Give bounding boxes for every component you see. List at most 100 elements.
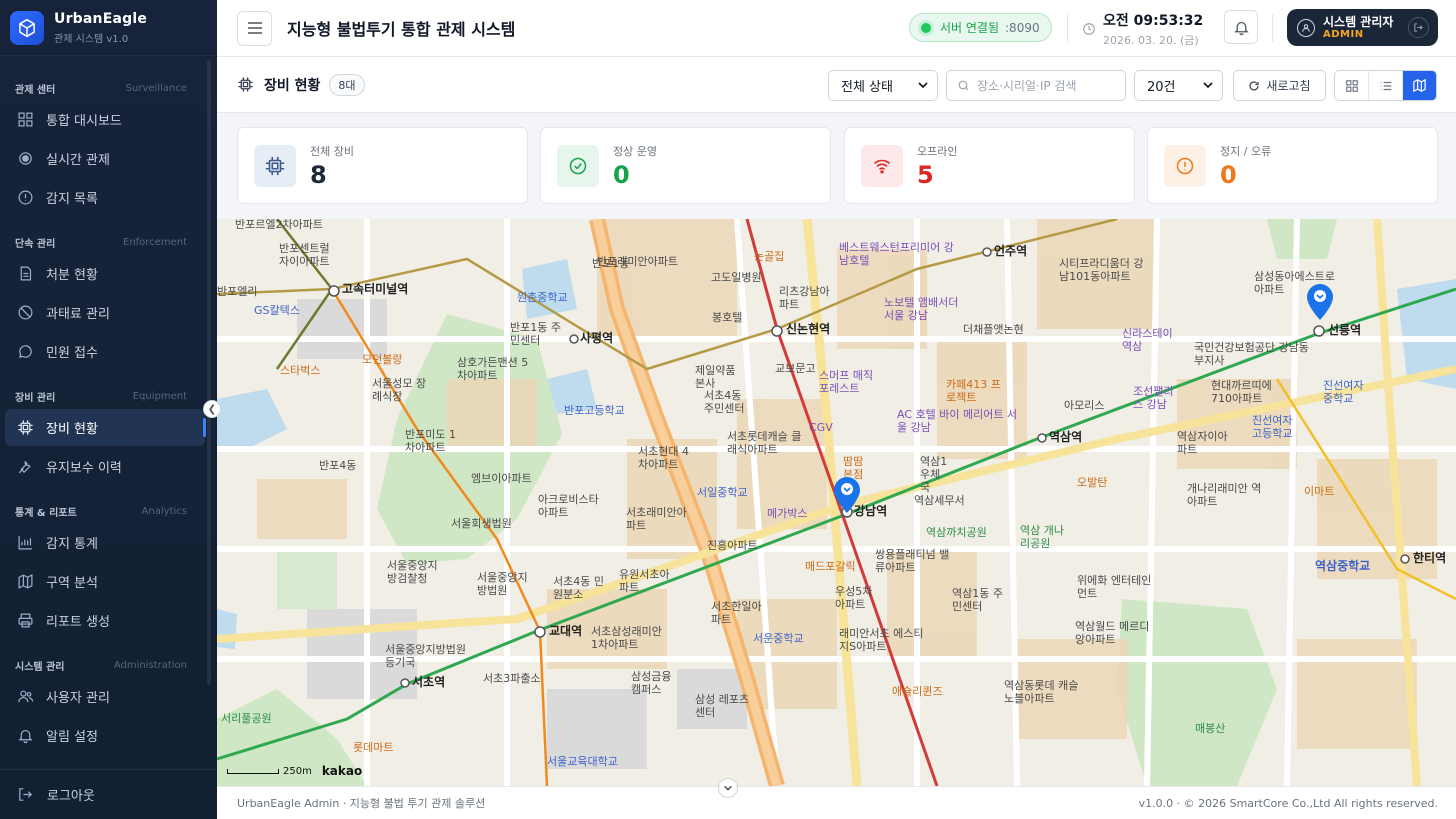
sidebar-item-label: 리포트 생성: [46, 615, 110, 630]
search-input[interactable]: 장소·시리얼·IP 검색: [946, 70, 1126, 101]
status-filter-value: 전체 상태: [841, 80, 893, 95]
map-label-station: 언주역: [994, 244, 1028, 258]
status-filter-select[interactable]: 전체 상태: [828, 70, 938, 101]
logout-button[interactable]: 로그아웃: [0, 769, 217, 819]
refresh-button[interactable]: 새로고침: [1233, 70, 1326, 101]
map-label-building: 서초현대 4차아파트: [638, 445, 689, 471]
sidebar-item-detection-stats[interactable]: 감지 통계: [5, 524, 205, 561]
sidebar-item-label: 감지 목록: [46, 192, 98, 207]
sidebar-item-label: 통합 대시보드: [46, 114, 122, 129]
map-label-poi: CGV: [809, 421, 833, 434]
logout-icon: [19, 788, 33, 801]
equipment-marker-seolleung[interactable]: [1307, 284, 1333, 320]
map-label-building: 우성5차아파트: [835, 585, 873, 611]
map-label-station: 한티역: [1413, 551, 1447, 565]
sidebar-item-fines[interactable]: 과태료 관리: [5, 294, 205, 331]
map-label-building: 쌍용플래티넘 밸류아파트: [875, 548, 950, 574]
sidebar-item-zone-analysis[interactable]: 구역 분석: [5, 563, 205, 600]
brand-name: UrbanEagle: [54, 10, 148, 27]
sidebar-scrollbar[interactable]: [207, 60, 211, 685]
footer-toggle-button[interactable]: [718, 778, 738, 798]
sidebar-item-label: 유지보수 이력: [46, 461, 122, 476]
user-name: 시스템 관리자: [1323, 15, 1394, 29]
map-label-poi: 논골집: [754, 250, 785, 263]
sidebar-item-detections[interactable]: 감지 목록: [5, 179, 205, 216]
sidebar-item-maintenance[interactable]: 유지보수 이력: [5, 448, 205, 485]
current-time: 오전 09:53:32: [1103, 13, 1204, 29]
map-label-building: 역삼1동 주민센터: [952, 587, 1003, 613]
brand-logo-icon: [10, 10, 44, 45]
map-label-poi: 매드포갈릭: [805, 560, 856, 573]
equipment-toolbar: 장비 현황 8대 전체 상태 장소·시리얼·IP 검색 20건 새로고침: [217, 57, 1456, 113]
map-label-building: 아모리스: [1064, 399, 1105, 412]
sidebar-item-dispositions[interactable]: 처분 현황: [5, 255, 205, 292]
map-label-building: 리츠강남아파트: [779, 285, 830, 311]
map-label-building: 엠브이아파트: [471, 472, 532, 485]
user-role: ADMIN: [1323, 29, 1364, 40]
wifi-icon: [861, 144, 903, 187]
footer-right: v1.0.0 · © 2026 SmartCore Co.,Ltd All ri…: [1138, 796, 1438, 810]
map-pin-icon: [834, 477, 860, 513]
stat-card-offline[interactable]: 오프라인 5: [844, 127, 1135, 204]
map-label-poi: 반포고등학교: [564, 404, 625, 417]
menu-toggle-button[interactable]: [237, 10, 272, 46]
stat-card-error[interactable]: 정지 / 오류 0: [1147, 127, 1438, 204]
map-label-building: 서울중앙지방법원 등기국: [385, 643, 466, 669]
sidebar-item-complaints[interactable]: 민원 접수: [5, 333, 205, 370]
map-label-poi: 메가박스: [767, 507, 808, 520]
map-label-building: 서초4동 주민센터: [704, 389, 745, 415]
brand[interactable]: UrbanEagle 관제 시스템 v1.0: [0, 0, 217, 56]
logout-icon[interactable]: [1408, 17, 1429, 38]
map-label-building: 반포르엘2차아파트: [235, 219, 323, 231]
map-label-building: 서울중앙지방법원: [477, 571, 528, 597]
user-menu[interactable]: 시스템 관리자 ADMIN: [1287, 9, 1438, 46]
page-size-select[interactable]: 20건: [1134, 70, 1223, 101]
map-label-building: 더채플앳논현: [963, 323, 1024, 336]
sidebar-item-realtime[interactable]: 실시간 관제: [5, 140, 205, 177]
map-label-poi: 진선여자고등학교: [1252, 414, 1293, 440]
notifications-button[interactable]: [1224, 10, 1258, 44]
sidebar-item-label: 사용자 관리: [46, 691, 110, 706]
sidebar-item-notifications[interactable]: 알림 설정: [5, 717, 205, 754]
chip-icon: [18, 420, 33, 435]
map-label-building: 고도일병원: [711, 271, 762, 284]
map-label-building: 반포4동: [319, 459, 357, 472]
map-label-building: 역삼동롯데 캐슬노블아파트: [1004, 679, 1079, 705]
map-view-button[interactable]: [1403, 71, 1436, 100]
printer-icon: [18, 613, 33, 628]
grid-view-button[interactable]: [1335, 71, 1368, 100]
equipment-map[interactable]: 고속터미널역 신논현역 사평역 강남역 교대역 서초역 역삼역 선릉역 언주역 …: [217, 219, 1456, 786]
map-label-building: 서초래미안아파트: [626, 506, 687, 532]
view-mode-toggle: [1334, 70, 1437, 101]
list-view-button[interactable]: [1368, 71, 1403, 100]
section-title: 장비 현황 8대: [237, 73, 365, 96]
ban-icon: [18, 305, 33, 320]
map-label-building: 서울중앙지방검찰청: [387, 559, 438, 585]
nav-section-administration: 시스템 관리 Administration: [15, 659, 187, 673]
stat-card-total[interactable]: 전체 장비 8: [237, 127, 528, 204]
sidebar-item-dashboard[interactable]: 통합 대시보드: [5, 101, 205, 138]
map-label-building: 반포래미안아파트: [597, 255, 678, 268]
sidebar-collapse-button[interactable]: ❮: [203, 400, 221, 418]
stat-cards: 전체 장비 8 정상 운영 0 오프라인 5 정지 / 오류 0: [217, 113, 1456, 219]
wrench-icon: [18, 460, 31, 474]
bell-icon: [1233, 21, 1249, 35]
equipment-marker-gangnam[interactable]: [834, 477, 860, 513]
map-label-poi: 진선여자중학교: [1323, 379, 1364, 405]
map-label-poi: 조선팰리스 강남: [1133, 385, 1174, 411]
stat-card-normal[interactable]: 정상 운영 0: [540, 127, 831, 204]
sidebar-item-users[interactable]: 사용자 관리: [5, 678, 205, 715]
map-label-building: 서초삼성래미안 1차아파트: [591, 625, 662, 651]
check-circle-icon: [557, 144, 599, 187]
map-label-poi: 서일중학교: [697, 486, 748, 499]
sidebar-item-equipment-status[interactable]: 장비 현황: [5, 409, 206, 446]
sidebar-item-report[interactable]: 리포트 생성: [5, 602, 205, 639]
top-header: 지능형 불법투기 통합 관제 시스템 서버 연결됨 :8090 오전 09:53…: [217, 0, 1456, 57]
section-title-text: 장비 현황: [264, 77, 321, 94]
chip-icon: [238, 77, 253, 92]
map-label-building: 유원서초아파트: [619, 568, 670, 594]
stat-value: 8: [310, 160, 327, 189]
sidebar-item-label: 민원 접수: [46, 346, 98, 361]
map-label-building: 진흥아파트: [707, 539, 758, 552]
map-label-poi: AC 호텔 바이 메리어트 서울 강남: [897, 408, 1018, 434]
